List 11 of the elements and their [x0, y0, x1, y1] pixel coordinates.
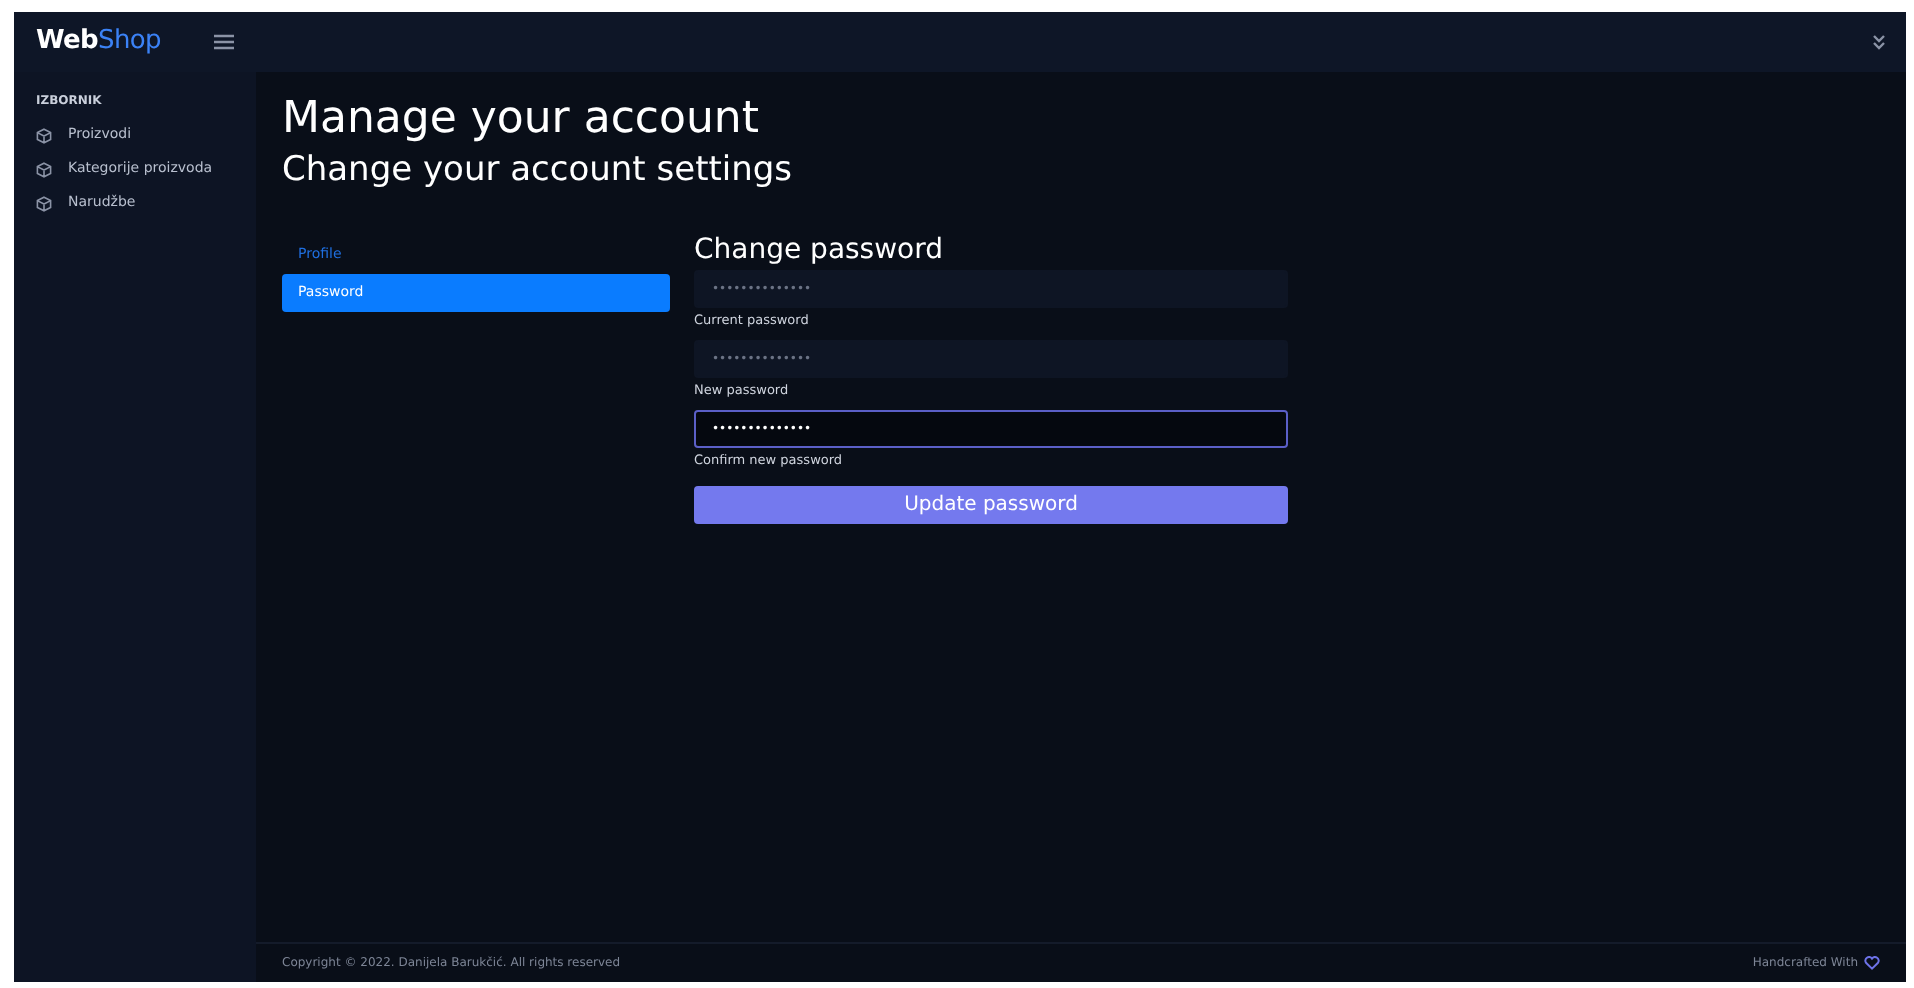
cube-icon	[36, 127, 52, 143]
chevrons-down-icon[interactable]	[1872, 34, 1886, 50]
logo[interactable]: WebShop	[36, 22, 161, 62]
page-subtitle: Change your account settings	[282, 148, 795, 192]
page-title: Manage your account	[282, 92, 761, 148]
cube-icon	[36, 195, 52, 211]
update-password-button[interactable]: Update password	[694, 486, 1288, 524]
menu-icon[interactable]	[214, 34, 234, 50]
cube-icon	[36, 161, 52, 177]
form-title: Change password	[694, 232, 946, 268]
heart-icon	[1864, 956, 1880, 970]
